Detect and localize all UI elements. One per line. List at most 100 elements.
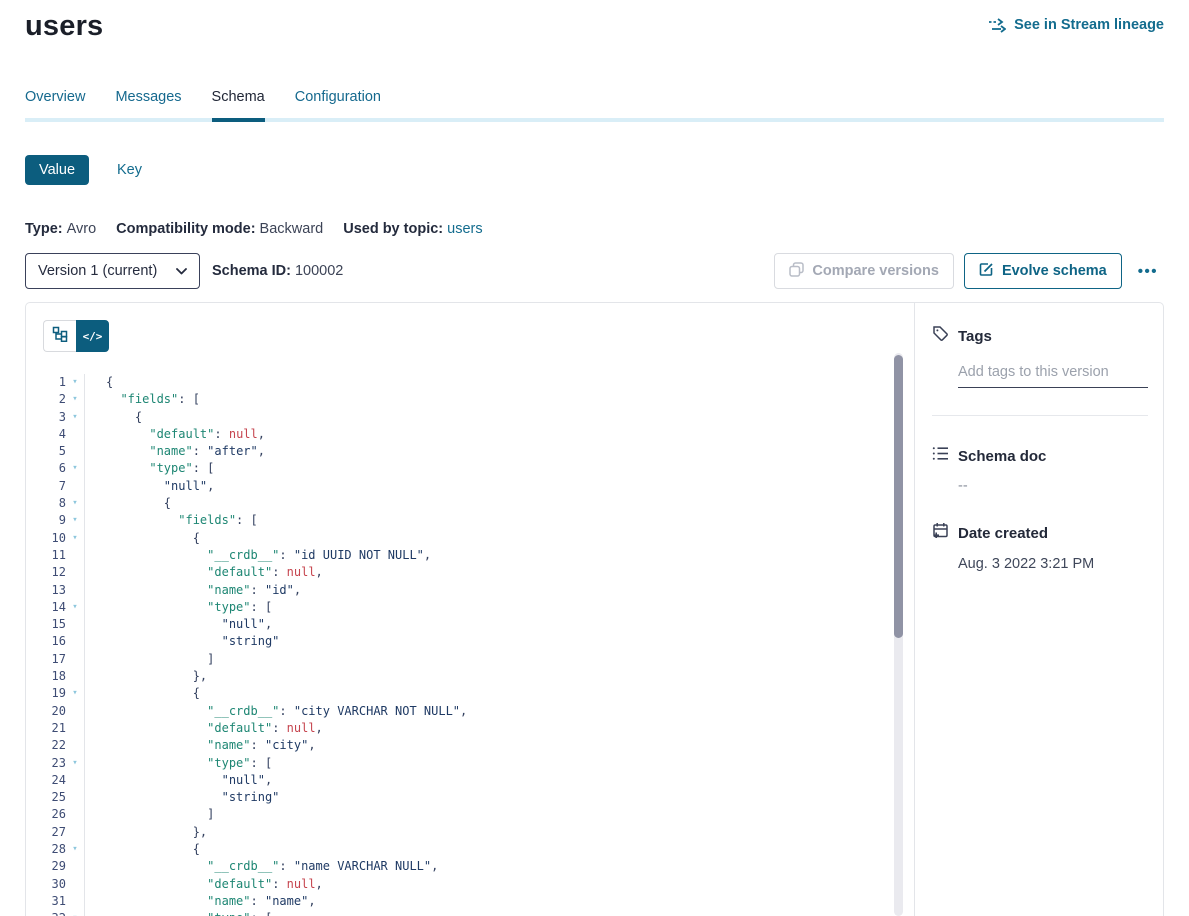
code-text: "type": [ [85,910,272,916]
stream-lineage-icon [989,18,1006,33]
fold-spacer [66,858,84,875]
editor-view-toggle: </> [43,320,109,352]
code-line: 18 }, [26,668,914,685]
line-number: 15 [26,616,66,633]
copy-icon [789,262,804,281]
line-gutter: 14▾ [26,599,85,616]
value-tab-button[interactable]: Value [25,155,89,185]
tab-bar: Overview Messages Schema Configuration [25,89,1164,122]
line-number: 24 [26,772,66,789]
code-text: ] [85,806,214,823]
code-view-button[interactable]: </> [76,320,109,352]
tab-overview[interactable]: Overview [25,89,85,118]
tags-section-header: Tags [932,325,1148,347]
scrollbar-thumb[interactable] [894,355,903,638]
fold-spacer [66,789,84,806]
line-number: 6 [26,460,66,477]
fold-spacer [66,824,84,841]
line-number: 1 [26,374,66,391]
page-header: users See in Stream lineage [0,0,1189,43]
line-gutter: 7 [26,478,85,495]
fold-spacer [66,806,84,823]
line-gutter: 30 [26,876,85,893]
code-line: 8▾ { [26,495,914,512]
code-text: { [85,841,200,858]
line-gutter: 6▾ [26,460,85,477]
stream-lineage-link[interactable]: See in Stream lineage [989,17,1164,33]
line-number: 16 [26,633,66,650]
used-by-topic: Used by topic:users [343,221,482,237]
line-number: 31 [26,893,66,910]
code-line: 7 "null", [26,478,914,495]
compare-versions-label: Compare versions [812,263,939,279]
fold-spacer [66,651,84,668]
tree-view-button[interactable] [43,320,76,352]
code-line: 13 "name": "id", [26,582,914,599]
line-gutter: 5 [26,443,85,460]
line-number: 26 [26,806,66,823]
version-select[interactable]: Version 1 (current) [25,253,200,289]
code-line: 22 "name": "city", [26,737,914,754]
tab-schema[interactable]: Schema [212,89,265,122]
code-text: { [85,495,171,512]
line-number: 12 [26,564,66,581]
line-number: 8 [26,495,66,512]
schema-meta-row: Type:Avro Compatibility mode:Backward Us… [25,221,1164,237]
fold-toggle-icon[interactable]: ▾ [66,391,84,408]
add-tags-input[interactable] [958,360,1148,388]
tab-configuration[interactable]: Configuration [295,89,381,118]
line-number: 5 [26,443,66,460]
fold-toggle-icon[interactable]: ▾ [66,841,84,858]
code-editor-content[interactable]: 1▾{2▾ "fields": [3▾ {4 "default": null,5… [26,374,914,916]
compare-versions-button[interactable]: Compare versions [774,253,954,289]
used-by-topic-link[interactable]: users [447,221,482,237]
code-line: 6▾ "type": [ [26,460,914,477]
fold-toggle-icon[interactable]: ▾ [66,599,84,616]
code-text: "type": [ [85,599,272,616]
fold-spacer [66,772,84,789]
line-number: 14 [26,599,66,616]
fold-toggle-icon[interactable]: ▾ [66,910,84,916]
version-bar: Version 1 (current) Schema ID:100002 Com… [25,253,1164,289]
line-gutter: 29 [26,858,85,875]
tree-view-icon [52,326,68,347]
code-text: { [85,685,200,702]
schema-doc-heading: Schema doc [958,448,1046,465]
line-gutter: 11 [26,547,85,564]
fold-toggle-icon[interactable]: ▾ [66,374,84,391]
code-line: 15 "null", [26,616,914,633]
schema-page: users See in Stream lineage Overview Mess… [0,0,1189,916]
fold-toggle-icon[interactable]: ▾ [66,755,84,772]
fold-spacer [66,703,84,720]
code-line: 21 "default": null, [26,720,914,737]
code-text: "null", [85,478,214,495]
fold-spacer [66,426,84,443]
fold-toggle-icon[interactable]: ▾ [66,530,84,547]
line-number: 13 [26,582,66,599]
more-options-button[interactable]: ••• [1132,259,1164,284]
schema-type: Type:Avro [25,221,96,237]
line-number: 2 [26,391,66,408]
line-gutter: 2▾ [26,391,85,408]
schema-panel: </> 1▾{2▾ "fields": [3▾ {4 "default": nu… [25,302,1164,916]
editor-scrollbar[interactable] [894,353,903,916]
fold-toggle-icon[interactable]: ▾ [66,685,84,702]
fold-toggle-icon[interactable]: ▾ [66,409,84,426]
date-created-heading: Date created [958,525,1048,542]
fold-toggle-icon[interactable]: ▾ [66,495,84,512]
fold-toggle-icon[interactable]: ▾ [66,460,84,477]
fold-toggle-icon[interactable]: ▾ [66,512,84,529]
code-text: "name": "name", [85,893,316,910]
code-text: "__crdb__": "city VARCHAR NOT NULL", [85,703,467,720]
fold-spacer [66,876,84,893]
evolve-schema-button[interactable]: Evolve schema [964,253,1122,289]
key-tab-button[interactable]: Key [117,162,142,178]
tab-messages[interactable]: Messages [115,89,181,118]
line-gutter: 4 [26,426,85,443]
code-text: "null", [85,616,272,633]
code-text: "name": "id", [85,582,301,599]
line-number: 21 [26,720,66,737]
schema-side-panel: Tags Schema d [914,303,1163,916]
code-text: ] [85,651,214,668]
type-label: Type: [25,221,63,237]
